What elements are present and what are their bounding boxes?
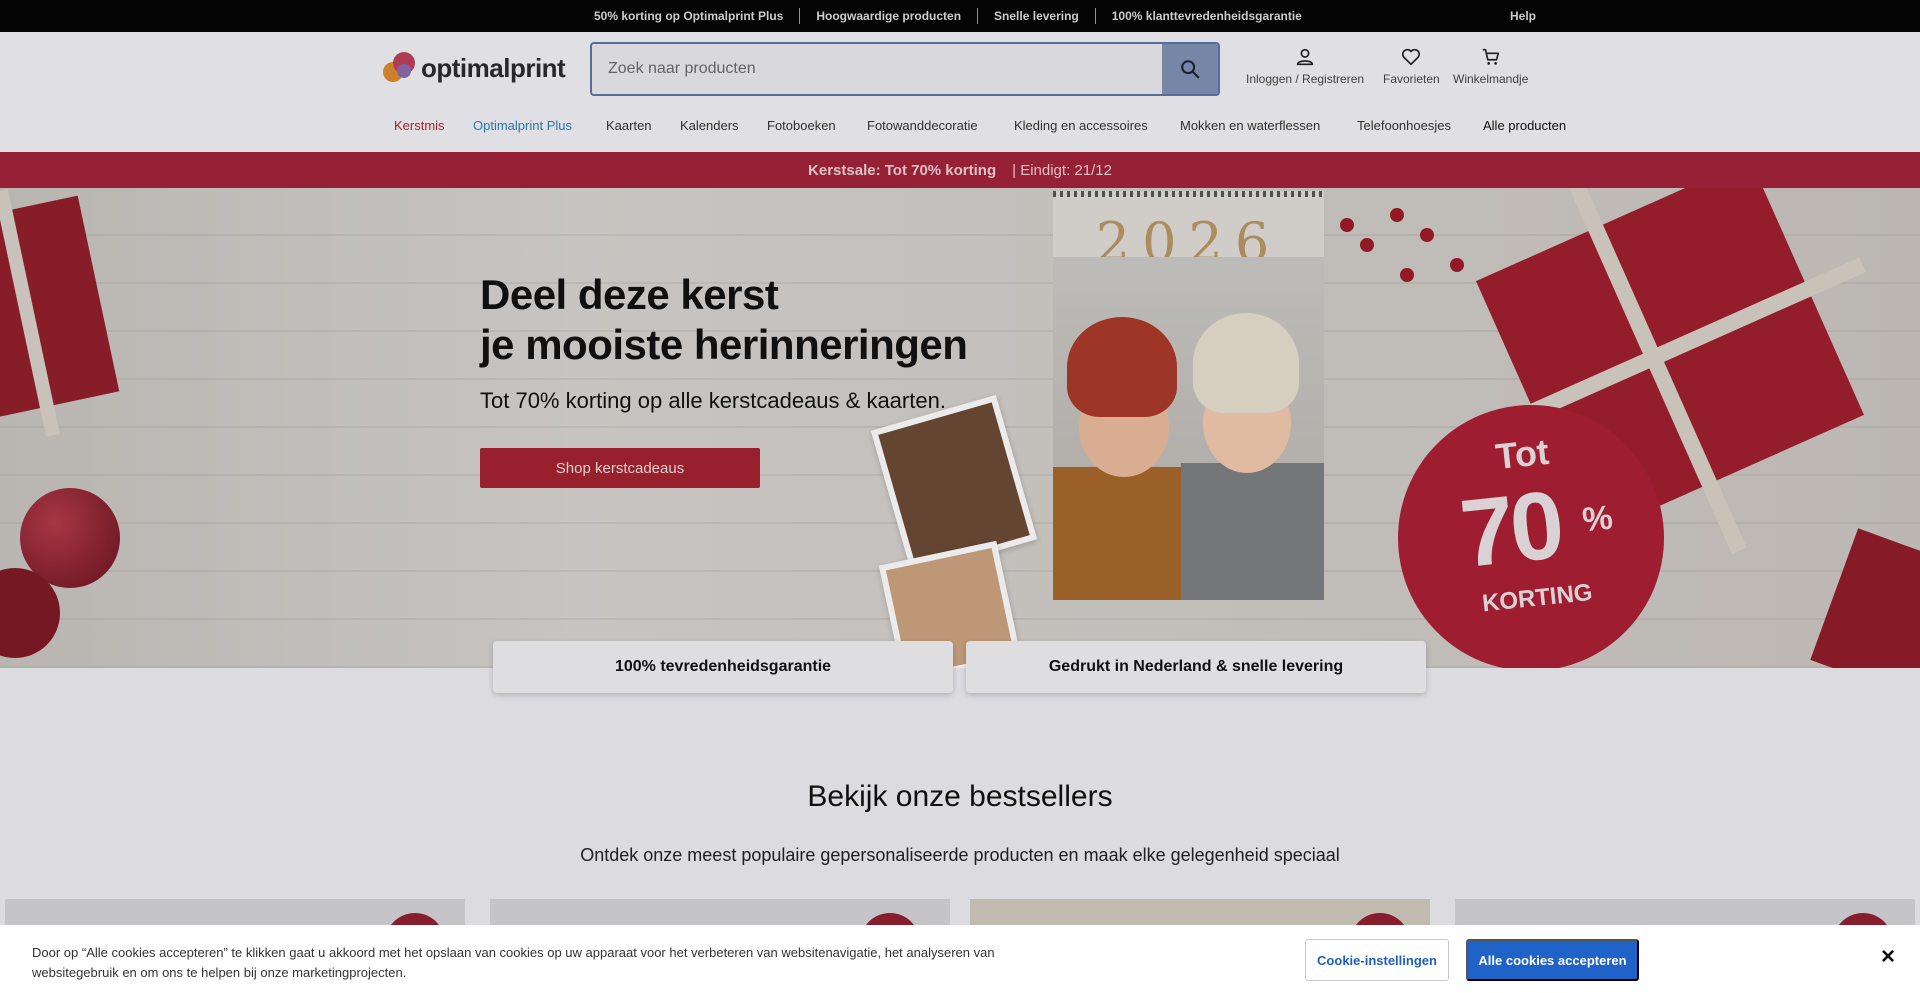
- heart-icon: [1402, 48, 1421, 66]
- nav-item-kerstmis[interactable]: Kerstmis: [394, 118, 445, 133]
- accept-all-cookies-button[interactable]: Alle cookies accepteren: [1466, 939, 1639, 981]
- usp-card-guarantee: 100% tevredenheidsgarantie: [493, 641, 953, 693]
- nav-item-kalenders[interactable]: Kalenders: [680, 118, 739, 133]
- nav-item-kleding[interactable]: Kleding en accessoires: [1014, 118, 1148, 133]
- favorites-label: Favorieten: [1383, 72, 1440, 86]
- nav-item-fotowanddecoratie[interactable]: Fotowanddecoratie: [867, 118, 978, 133]
- promo-end-date: | Eindigt: 21/12: [1012, 161, 1112, 179]
- nav-item-fotoboeken[interactable]: Fotoboeken: [767, 118, 836, 133]
- nav-item-kaarten[interactable]: Kaarten: [606, 118, 652, 133]
- cookie-settings-button[interactable]: Cookie-instellingen: [1305, 939, 1449, 981]
- cart-icon: [1482, 48, 1499, 65]
- cart-link[interactable]: Winkelmandje: [1453, 46, 1528, 86]
- main-nav: Kerstmis Optimalprint Plus Kaarten Kalen…: [0, 118, 1920, 144]
- nav-item-alle-producten[interactable]: Alle producten: [1483, 118, 1566, 133]
- bestsellers-subtitle: Ontdek onze meest populaire gepersonalis…: [580, 845, 1340, 865]
- hero-title: Deel deze kerst je mooiste herinneringen: [480, 271, 968, 368]
- search-button[interactable]: [1162, 44, 1218, 94]
- promo-banner[interactable]: Kerstsale: Tot 70% korting | Eindigt: 21…: [0, 152, 1920, 188]
- usp-item: Hoogwaardige producten: [799, 8, 977, 24]
- search-input[interactable]: [592, 44, 1164, 94]
- site-header: optimalprint Inloggen / Registreren Favo…: [0, 32, 1920, 152]
- discount-badge: Tot 70 % KORTING: [1384, 391, 1678, 668]
- nav-item-mokken[interactable]: Mokken en waterflessen: [1180, 118, 1320, 133]
- usp-list: 50% korting op Optimalprint Plus Hoogwaa…: [578, 0, 1318, 32]
- login-label: Inloggen / Registreren: [1246, 72, 1365, 86]
- promo-text: Kerstsale: Tot 70% korting: [808, 161, 997, 179]
- search-bar: [590, 42, 1220, 96]
- usp-card-delivery: Gedrukt in Nederland & snelle levering: [966, 641, 1426, 693]
- nav-item-telefoonhoesjes[interactable]: Telefoonhoesjes: [1357, 118, 1451, 133]
- hero-banner: 2026 Tot 70 % KORTING Deel deze kerst je…: [0, 188, 1920, 668]
- logo[interactable]: optimalprint: [383, 52, 566, 84]
- bestsellers-title: Bekijk onze bestsellers: [807, 780, 1113, 813]
- nav-item-optimalprint-plus[interactable]: Optimalprint Plus: [473, 118, 572, 133]
- usp-item: 100% klanttevredenheidsgarantie: [1094, 8, 1318, 24]
- logo-text: optimalprint: [421, 52, 566, 83]
- kids-photo: [1053, 257, 1324, 600]
- close-icon[interactable]: ×: [1876, 945, 1900, 969]
- photo-ornament: [870, 394, 1038, 576]
- cookie-text: Door op “Alle cookies accepteren” te kli…: [32, 945, 995, 980]
- login-link[interactable]: Inloggen / Registreren: [1246, 46, 1364, 86]
- search-icon: [1181, 60, 1200, 79]
- hero-subtitle: Tot 70% korting op alle kerstcadeaus & k…: [480, 388, 946, 413]
- favorites-link[interactable]: Favorieten: [1383, 46, 1440, 86]
- calendar-product-image: 2026: [1053, 191, 1324, 600]
- berries-decoration: [1330, 198, 1490, 318]
- top-usp-bar: 50% korting op Optimalprint Plus Hoogwaa…: [0, 0, 1920, 32]
- user-icon: [1296, 48, 1314, 66]
- usp-item: 50% korting op Optimalprint Plus: [594, 9, 784, 23]
- logo-mark-icon: [383, 52, 419, 84]
- usp-item: Snelle levering: [977, 8, 1095, 24]
- cart-label: Winkelmandje: [1453, 72, 1529, 86]
- help-link[interactable]: Help: [1510, 9, 1536, 23]
- shop-christmas-gifts-button[interactable]: Shop kerstcadeaus: [480, 448, 760, 488]
- cookie-banner: Door op “Alle cookies accepteren” te kli…: [0, 925, 1920, 993]
